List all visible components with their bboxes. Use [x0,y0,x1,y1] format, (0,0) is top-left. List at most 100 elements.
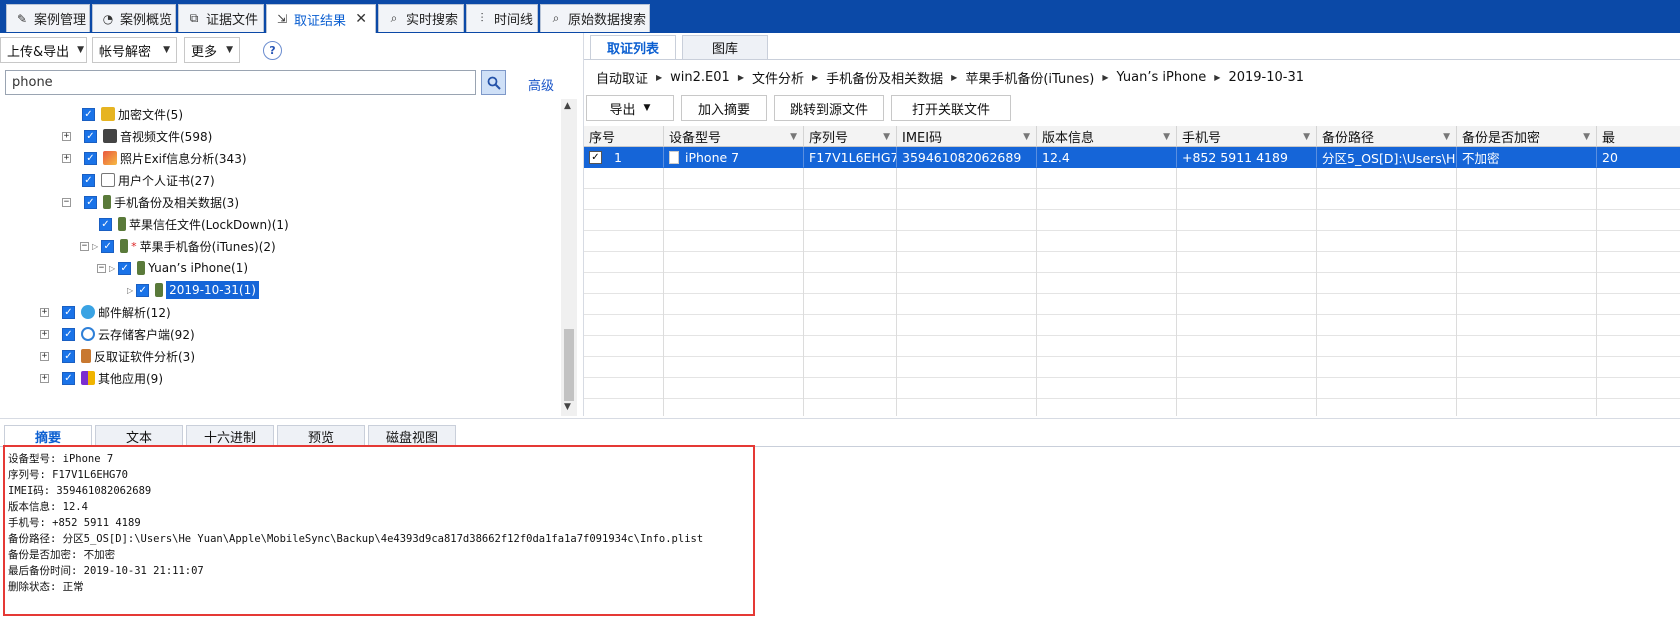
table-cell[interactable]: 不加密 [1457,147,1597,168]
breadcrumb-item[interactable]: 苹果手机备份(iTunes) [965,68,1094,87]
collapse-icon[interactable]: − [80,241,89,251]
tab-text[interactable]: 文本 [95,425,183,446]
tree-item-phone-backup[interactable]: − ✓ 手机备份及相关数据(3) [62,191,239,213]
advanced-search-link[interactable]: 高级 [528,75,554,94]
row-checkbox[interactable]: ✓ [589,150,602,164]
add-summary-button[interactable]: 加入摘要 [681,95,767,121]
tab-raw-data-search[interactable]: ⌕ 原始数据搜索 [540,4,650,32]
table-cell[interactable]: ✓ 1 [584,147,664,168]
checkbox-checked[interactable]: ✓ [82,173,95,187]
filter-icon[interactable]: ▼ [1583,132,1590,142]
account-decrypt-dropdown[interactable]: 帐号解密 ▼ [92,37,177,63]
column-header[interactable]: IMEI码 ▼ [897,126,1037,147]
tree-item-photo-exif[interactable]: + ✓ 照片Exif信息分析(343) [62,147,247,169]
tab-summary[interactable]: 摘要 [4,425,92,446]
tab-hex[interactable]: 十六进制 [186,425,274,446]
open-related-button[interactable]: 打开关联文件 [891,95,1011,121]
checkbox-checked[interactable]: ✓ [99,217,112,231]
checkbox-checked[interactable]: ✓ [62,305,75,319]
filter-icon[interactable]: ▼ [1163,132,1170,142]
checkbox-checked[interactable]: ✓ [84,151,97,165]
tree-item-itunes-backup[interactable]: − ▷ ✓ * 苹果手机备份(iTunes)(2) [80,235,276,257]
filter-icon[interactable]: ▼ [790,132,797,142]
breadcrumb-item[interactable]: 文件分析 [752,68,804,87]
checkbox-checked[interactable]: ✓ [62,371,75,385]
checkbox-checked[interactable]: ✓ [136,283,150,297]
help-button[interactable]: ? [263,41,282,60]
filter-icon[interactable]: ▼ [883,132,890,142]
checkbox-checked[interactable]: ✓ [62,327,75,341]
checkbox-checked[interactable]: ✓ [118,261,132,275]
more-dropdown[interactable]: 更多 ▼ [184,37,240,63]
expand-icon[interactable]: + [40,329,49,339]
expand-icon[interactable]: + [40,373,49,383]
tree-item-2019-10-31[interactable]: ▷ ✓ 2019-10-31(1) [127,279,259,301]
scrollbar-thumb[interactable] [564,329,574,401]
collapse-icon[interactable]: − [97,263,106,273]
scroll-down-icon[interactable]: ▼ [564,402,571,412]
tab-case-overview[interactable]: ◔ 案例概览 [92,4,176,32]
tree-item-lockdown[interactable]: ✓ 苹果信任文件(LockDown)(1) [99,213,289,235]
checkbox-checked[interactable]: ✓ [82,107,95,121]
column-header[interactable]: 备份路径 ▼ [1317,126,1457,147]
breadcrumb-item[interactable]: Yuan’s iPhone [1116,70,1206,85]
search-input[interactable] [5,70,476,95]
table-cell[interactable]: 359461082062689 [897,147,1037,168]
checkbox-checked[interactable]: ✓ [84,195,97,209]
breadcrumb-item[interactable]: 手机备份及相关数据 [826,68,943,87]
tab-preview[interactable]: 预览 [277,425,365,446]
tree-item-yuans-iphone[interactable]: − ▷ ✓ Yuan’s iPhone(1) [97,257,248,279]
tab-disk-view[interactable]: 磁盘视图 [368,425,456,446]
checkbox-checked[interactable]: ✓ [84,129,97,143]
column-header[interactable]: 手机号 ▼ [1177,126,1317,147]
column-header[interactable]: 设备型号 ▼ [664,126,804,147]
column-header[interactable]: 序列号 ▼ [804,126,897,147]
tree-item-encrypted-files[interactable]: ✓ 加密文件(5) [82,103,183,125]
expand-icon[interactable]: + [40,351,49,361]
tab-evidence-files[interactable]: ⧉ 证据文件 [178,4,264,32]
tab-evidence-list[interactable]: 取证列表 [590,35,676,59]
table-cell[interactable]: 12.4 [1037,147,1177,168]
column-header[interactable]: 备份是否加密 ▼ [1457,126,1597,147]
checkbox-checked[interactable]: ✓ [101,239,115,253]
table-cell[interactable]: +852 5911 4189 [1177,147,1317,168]
upload-export-dropdown[interactable]: 上传&导出 ▼ [0,37,87,63]
expand-icon[interactable]: + [40,307,49,317]
close-icon[interactable]: ✕ [355,11,367,27]
tree-item-label: 苹果手机备份(iTunes)(2) [139,239,276,254]
filter-icon[interactable]: ▼ [1023,132,1030,142]
column-header[interactable]: 序号 [584,126,664,147]
tab-gallery[interactable]: 图库 [682,35,768,59]
tree-item-other-apps[interactable]: + ✓ 其他应用(9) [40,367,163,389]
dropdown-label: 上传&导出 [7,44,70,60]
filter-icon[interactable]: ▼ [1303,132,1310,142]
goto-source-button[interactable]: 跳转到源文件 [774,95,884,121]
tree-item-mail-analysis[interactable]: + ✓ 邮件解析(12) [40,301,171,323]
collapse-icon[interactable]: − [62,197,71,207]
expand-icon[interactable]: + [62,131,71,141]
tree-item-anti-forensics[interactable]: + ✓ 反取证软件分析(3) [40,345,195,367]
tree-scrollbar[interactable]: ▲ ▼ [561,99,577,416]
tree-item-media-files[interactable]: + ✓ 音视频文件(598) [62,125,212,147]
export-dropdown[interactable]: 导出 ▼ [586,95,674,121]
tree-item-user-certificates[interactable]: ✓ 用户个人证书(27) [82,169,215,191]
breadcrumb-item[interactable]: 自动取证 [596,68,648,87]
table-cell[interactable]: F17V1L6EHG70 [804,147,897,168]
tab-case-management[interactable]: ✎ 案例管理 [6,4,90,32]
tree-item-cloud-storage[interactable]: + ✓ 云存储客户端(92) [40,323,195,345]
table-cell[interactable]: 20 [1597,147,1680,168]
table-cell[interactable]: iPhone 7 [664,147,804,168]
scroll-up-icon[interactable]: ▲ [564,101,571,111]
tab-forensic-results[interactable]: ⇲ 取证结果 ✕ [266,4,376,33]
search-button[interactable] [481,70,506,95]
expand-icon[interactable]: + [62,153,71,163]
checkbox-checked[interactable]: ✓ [62,349,75,363]
table-cell[interactable]: 分区5_OS[D]:\Users\He... [1317,147,1457,168]
column-header[interactable]: 版本信息 ▼ [1037,126,1177,147]
tab-realtime-search[interactable]: ⌕ 实时搜索 [378,4,464,32]
column-header[interactable]: 最 [1597,126,1680,147]
breadcrumb-item[interactable]: 2019-10-31 [1228,70,1304,85]
breadcrumb-item[interactable]: win2.E01 [670,70,730,85]
tab-timeline[interactable]: ⫶ 时间线 [466,4,538,32]
filter-icon[interactable]: ▼ [1443,132,1450,142]
